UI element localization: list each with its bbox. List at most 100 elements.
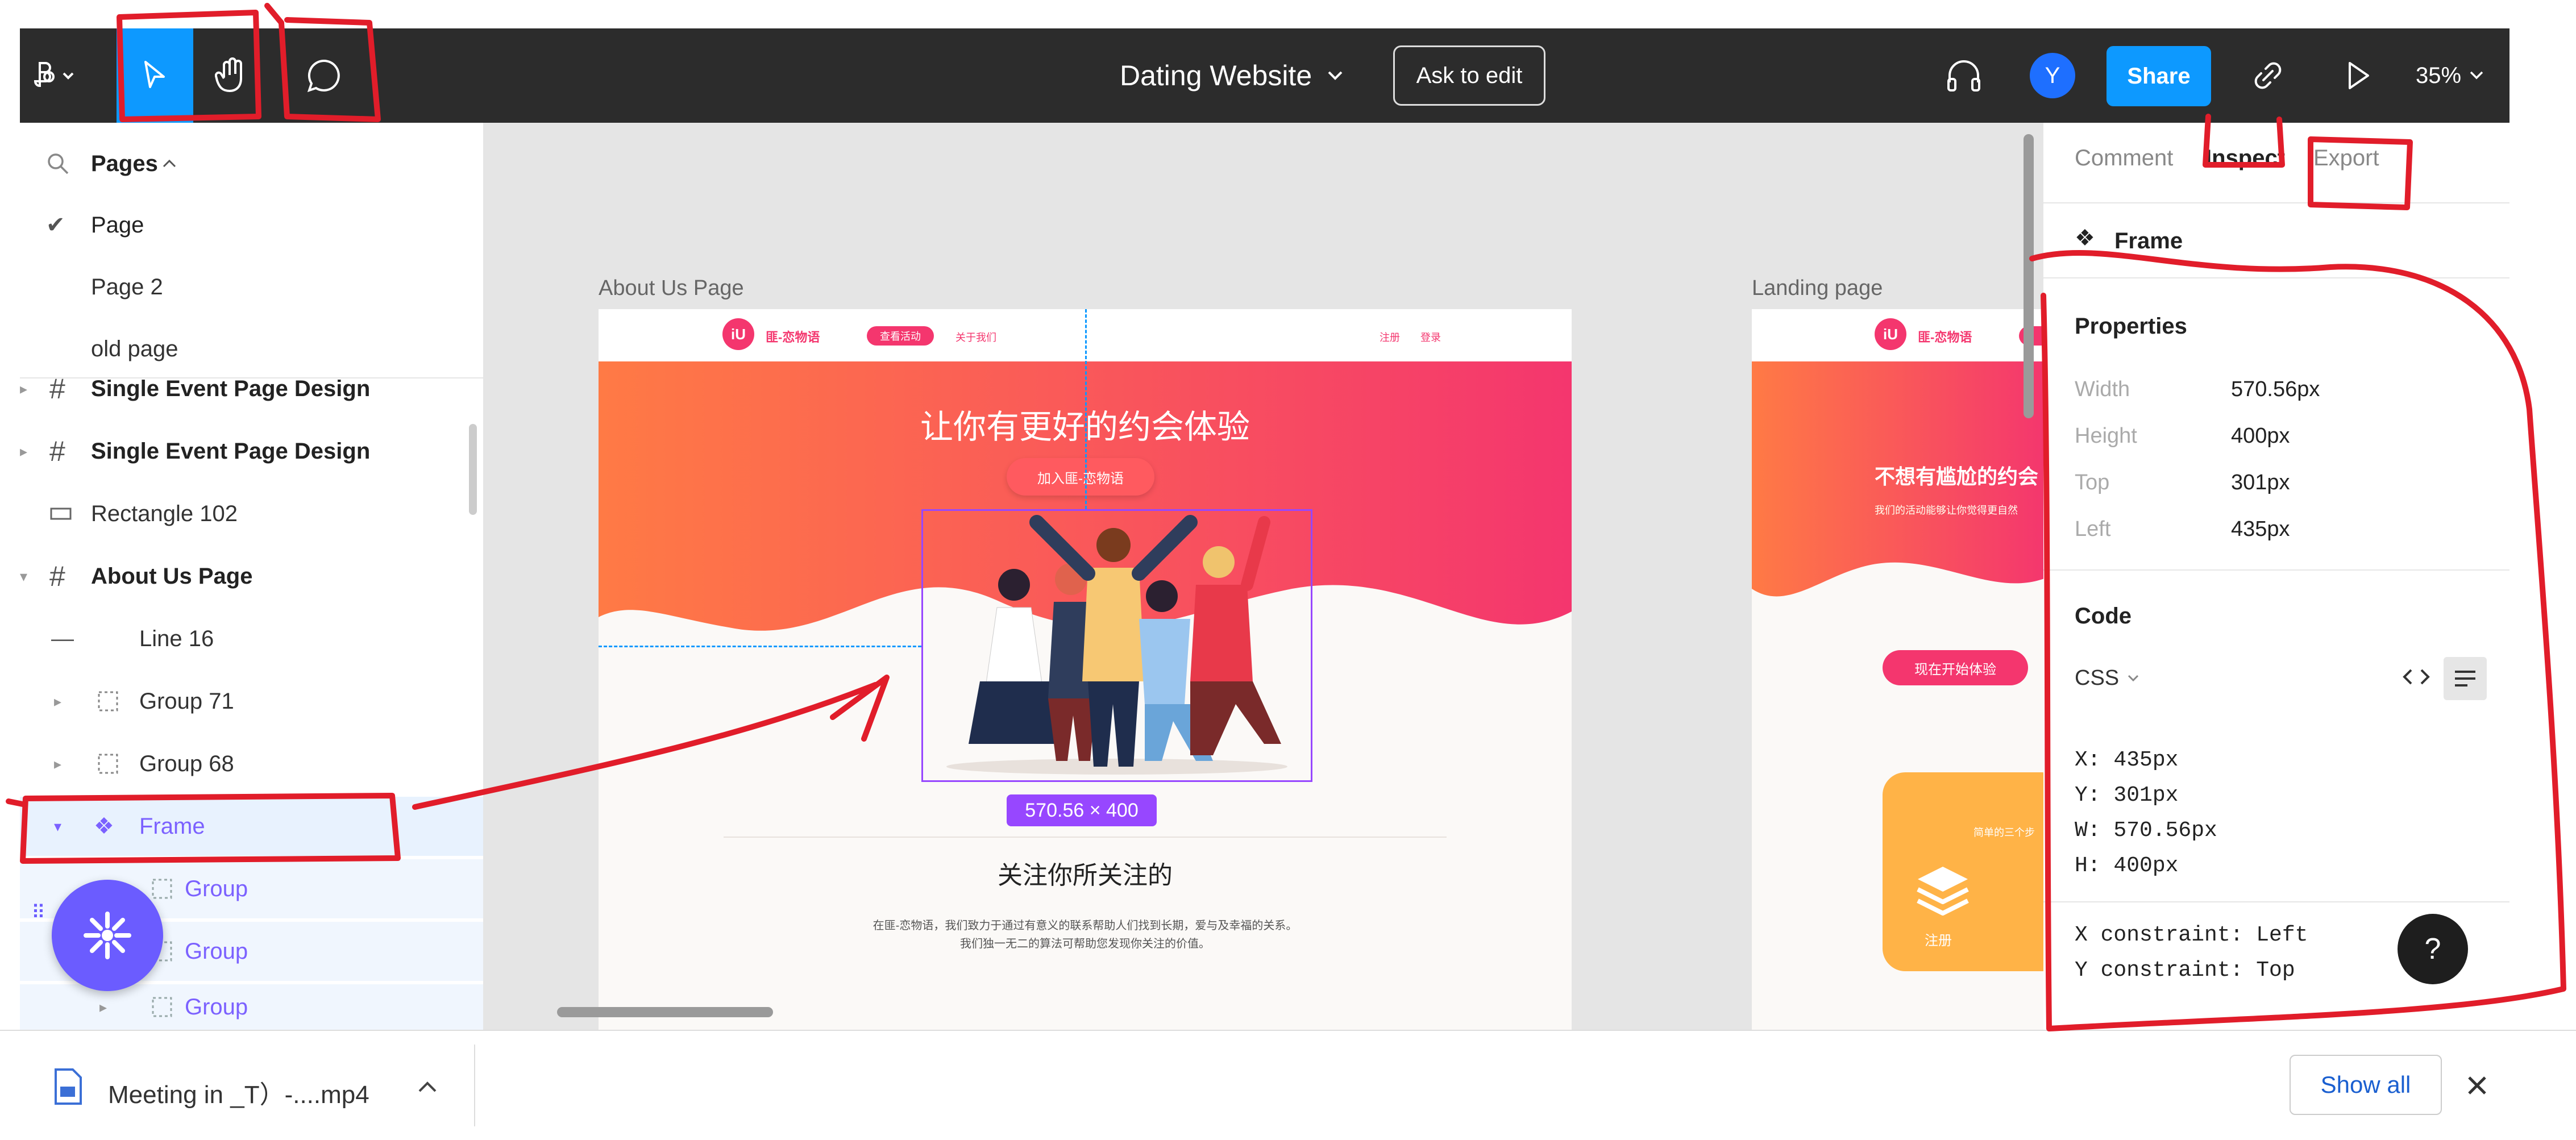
caret-right-icon: ▸	[20, 442, 28, 460]
frame-icon: #	[49, 435, 65, 467]
layer-row[interactable]: ▸ # Single Event Page Design	[20, 422, 483, 481]
layer-label: Group	[185, 876, 248, 901]
layers-panel: Pages ✔ Page Page 2 old page ▸ # Single …	[20, 123, 483, 1030]
landing-artboard[interactable]: iU 匪-恋物语 不想有尴尬的约会 我们的活动能够让你觉得更自然 现在开始体验 …	[1752, 309, 2043, 1030]
layer-row[interactable]: ▸ Group 71	[20, 672, 483, 731]
tab-comment[interactable]: Comment	[2075, 145, 2173, 171]
user-avatar[interactable]: Y	[2030, 53, 2075, 98]
sparkle-icon	[84, 912, 131, 959]
caret-down-icon: ▾	[54, 817, 62, 835]
layer-row[interactable]: Rectangle 102	[20, 484, 483, 543]
toolbar: Dating Website Ask to edit Y Share 35%	[20, 28, 2509, 123]
design-canvas[interactable]: About Us Page Landing page iU 匪-恋物语 查看活动…	[483, 123, 2043, 1030]
download-file-name[interactable]: Meeting in _T）-....mp4	[108, 1074, 369, 1110]
layer-row[interactable]: ▸ Group	[20, 984, 483, 1030]
caret-right-icon: ▸	[54, 755, 62, 772]
group-icon	[152, 879, 172, 899]
headphones-icon	[1947, 60, 1980, 91]
layers-stack-icon	[1917, 867, 1969, 916]
layer-row[interactable]: ▸ # Single Event Page Design	[20, 359, 483, 418]
code-view-button[interactable]	[2399, 659, 2434, 694]
pages-header[interactable]: Pages	[20, 134, 483, 193]
layer-label: Single Event Page Design	[91, 376, 371, 401]
component-icon: ❖	[2075, 226, 2095, 251]
file-title[interactable]: Dating Website	[1120, 57, 1344, 94]
landing-cta-button: 现在开始体验	[1883, 650, 2028, 685]
selected-frame[interactable]	[921, 509, 1312, 782]
divider	[2043, 277, 2509, 278]
measure-guide-vertical	[1085, 309, 1087, 509]
chevron-up-icon[interactable]	[416, 1079, 439, 1095]
show-all-button[interactable]: Show all	[2290, 1055, 2442, 1115]
frame-label-landing[interactable]: Landing page	[1752, 276, 1883, 301]
tab-inspect[interactable]: Inspect	[2205, 145, 2285, 171]
brand-logo-icon: iU	[722, 318, 754, 350]
layer-label: Rectangle 102	[91, 501, 238, 526]
code-line-w: W: 570.56px	[2075, 818, 2217, 843]
frame-label-about[interactable]: About Us Page	[599, 276, 744, 301]
layer-label: Single Event Page Design	[91, 438, 371, 464]
layer-label: Group 68	[139, 751, 234, 776]
canvas-vertical-scrollbar[interactable]	[2024, 134, 2034, 418]
group-icon	[98, 691, 118, 712]
left-value[interactable]: 435px	[2231, 517, 2290, 542]
top-value[interactable]: 301px	[2231, 471, 2290, 495]
drag-handle-icon[interactable]: ⠿	[31, 903, 48, 938]
download-bar: Meeting in _T）-....mp4 Show all	[0, 1030, 2576, 1140]
landing-nav: iU 匪-恋物语	[1752, 309, 2043, 361]
assistant-button[interactable]	[52, 880, 163, 991]
page-item-page-2[interactable]: Page 2	[20, 257, 483, 317]
copy-link-button[interactable]	[2231, 28, 2305, 123]
chevron-down-icon	[1328, 71, 1343, 80]
divider	[2043, 569, 2509, 571]
people-illustration	[946, 515, 1287, 775]
zoom-menu[interactable]: 35%	[2402, 28, 2498, 123]
hand-tool-button[interactable]	[193, 28, 270, 123]
comment-tool-button[interactable]	[287, 28, 361, 123]
y-constraint: Y constraint: Top	[2075, 958, 2295, 983]
layer-row[interactable]: ▸ Group 68	[20, 734, 483, 793]
divider	[2043, 202, 2509, 203]
list-view-button[interactable]	[2444, 657, 2487, 700]
step-card-label: 注册	[1925, 933, 1952, 948]
tab-export[interactable]: Export	[2313, 145, 2379, 171]
code-language-select[interactable]: CSS	[2075, 666, 2139, 690]
about-paragraph-line-2: 我们独一无二的算法可帮助您发现你关注的价值。	[960, 938, 1210, 950]
canvas-horizontal-scrollbar[interactable]	[557, 1007, 773, 1017]
text-lines-icon	[2455, 671, 2475, 687]
page-item-page[interactable]: ✔ Page	[20, 195, 483, 255]
layers-scrollbar[interactable]	[469, 424, 477, 515]
about-us-artboard[interactable]: iU 匪-恋物语 查看活动 关于我们 注册 登录 让你有更好的约会体验 加入匪-…	[599, 309, 1572, 1030]
page-label: Page	[91, 212, 144, 238]
caret-right-icon: ▸	[20, 380, 28, 397]
brand-logo-icon: iU	[1875, 318, 1906, 350]
help-button[interactable]: ?	[2398, 914, 2468, 984]
move-tool-button[interactable]	[117, 28, 193, 123]
layer-row-selected[interactable]: ▾ ❖ Frame	[20, 797, 483, 856]
brand-name: 匪-恋物语	[766, 330, 820, 344]
group-icon	[98, 754, 118, 774]
figma-logo-icon	[34, 62, 74, 88]
landing-hero-subtitle: 我们的活动能够让你觉得更自然	[1875, 505, 2018, 516]
audio-button[interactable]	[1935, 28, 1992, 123]
nav-register: 注册	[1380, 332, 1400, 343]
layer-row[interactable]: — Line 16	[20, 609, 483, 668]
share-button[interactable]: Share	[2106, 46, 2211, 106]
present-button[interactable]	[2328, 28, 2390, 123]
brand-name: 匪-恋物语	[1918, 330, 1972, 344]
frame-icon: #	[49, 560, 65, 592]
left-label: Left	[2075, 517, 2111, 541]
section-title: 关注你所关注的	[998, 862, 1173, 889]
properties-title: Properties	[2075, 314, 2187, 339]
nav-pill: 查看活动	[867, 326, 934, 346]
rectangle-icon	[50, 507, 72, 520]
width-value[interactable]: 570.56px	[2231, 377, 2320, 402]
ask-to-edit-button[interactable]: Ask to edit	[1393, 45, 1545, 106]
height-value[interactable]: 400px	[2231, 424, 2290, 448]
close-icon[interactable]	[2465, 1073, 2490, 1098]
main-menu-button[interactable]	[20, 28, 88, 123]
code-line-x: X: 435px	[2075, 748, 2179, 772]
layer-row[interactable]: ▾ # About Us Page	[20, 547, 483, 606]
hero-join-button: 加入匪-恋物语	[1007, 458, 1154, 496]
layer-label: About Us Page	[91, 563, 253, 589]
